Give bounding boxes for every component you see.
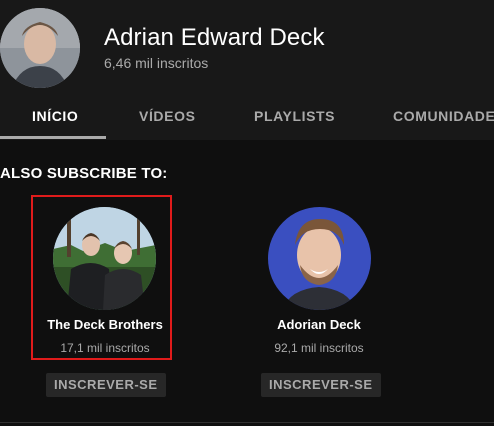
channel-tabs: INÍCIO VÍDEOS PLAYLISTS COMUNIDADE <box>0 94 494 140</box>
highlight-box <box>31 195 172 360</box>
subscribe-button-adorian-deck[interactable]: INSCREVER-SE <box>261 373 381 397</box>
channel-card-subscriber-count: 92,1 mil inscritos <box>274 341 364 355</box>
channel-avatar-adorian-deck[interactable] <box>268 207 371 310</box>
channel-name: Adrian Edward Deck <box>104 24 325 51</box>
tab-videos[interactable]: VÍDEOS <box>139 108 196 124</box>
subscribe-button-the-deck-brothers[interactable]: INSCREVER-SE <box>46 373 166 397</box>
tab-comunidade[interactable]: COMUNIDADE <box>393 108 494 124</box>
active-tab-indicator <box>0 136 106 139</box>
channel-subscriber-count: 6,46 mil inscritos <box>104 55 209 71</box>
channel-avatar[interactable] <box>0 8 80 88</box>
section-title: ALSO SUBSCRIBE TO: <box>0 165 168 182</box>
channel-card-name[interactable]: Adorian Deck <box>244 317 394 332</box>
tab-inicio[interactable]: INÍCIO <box>32 108 78 124</box>
divider <box>0 422 494 423</box>
channel-header: Adrian Edward Deck 6,46 mil inscritos <box>0 0 494 88</box>
tab-playlists[interactable]: PLAYLISTS <box>254 108 335 124</box>
